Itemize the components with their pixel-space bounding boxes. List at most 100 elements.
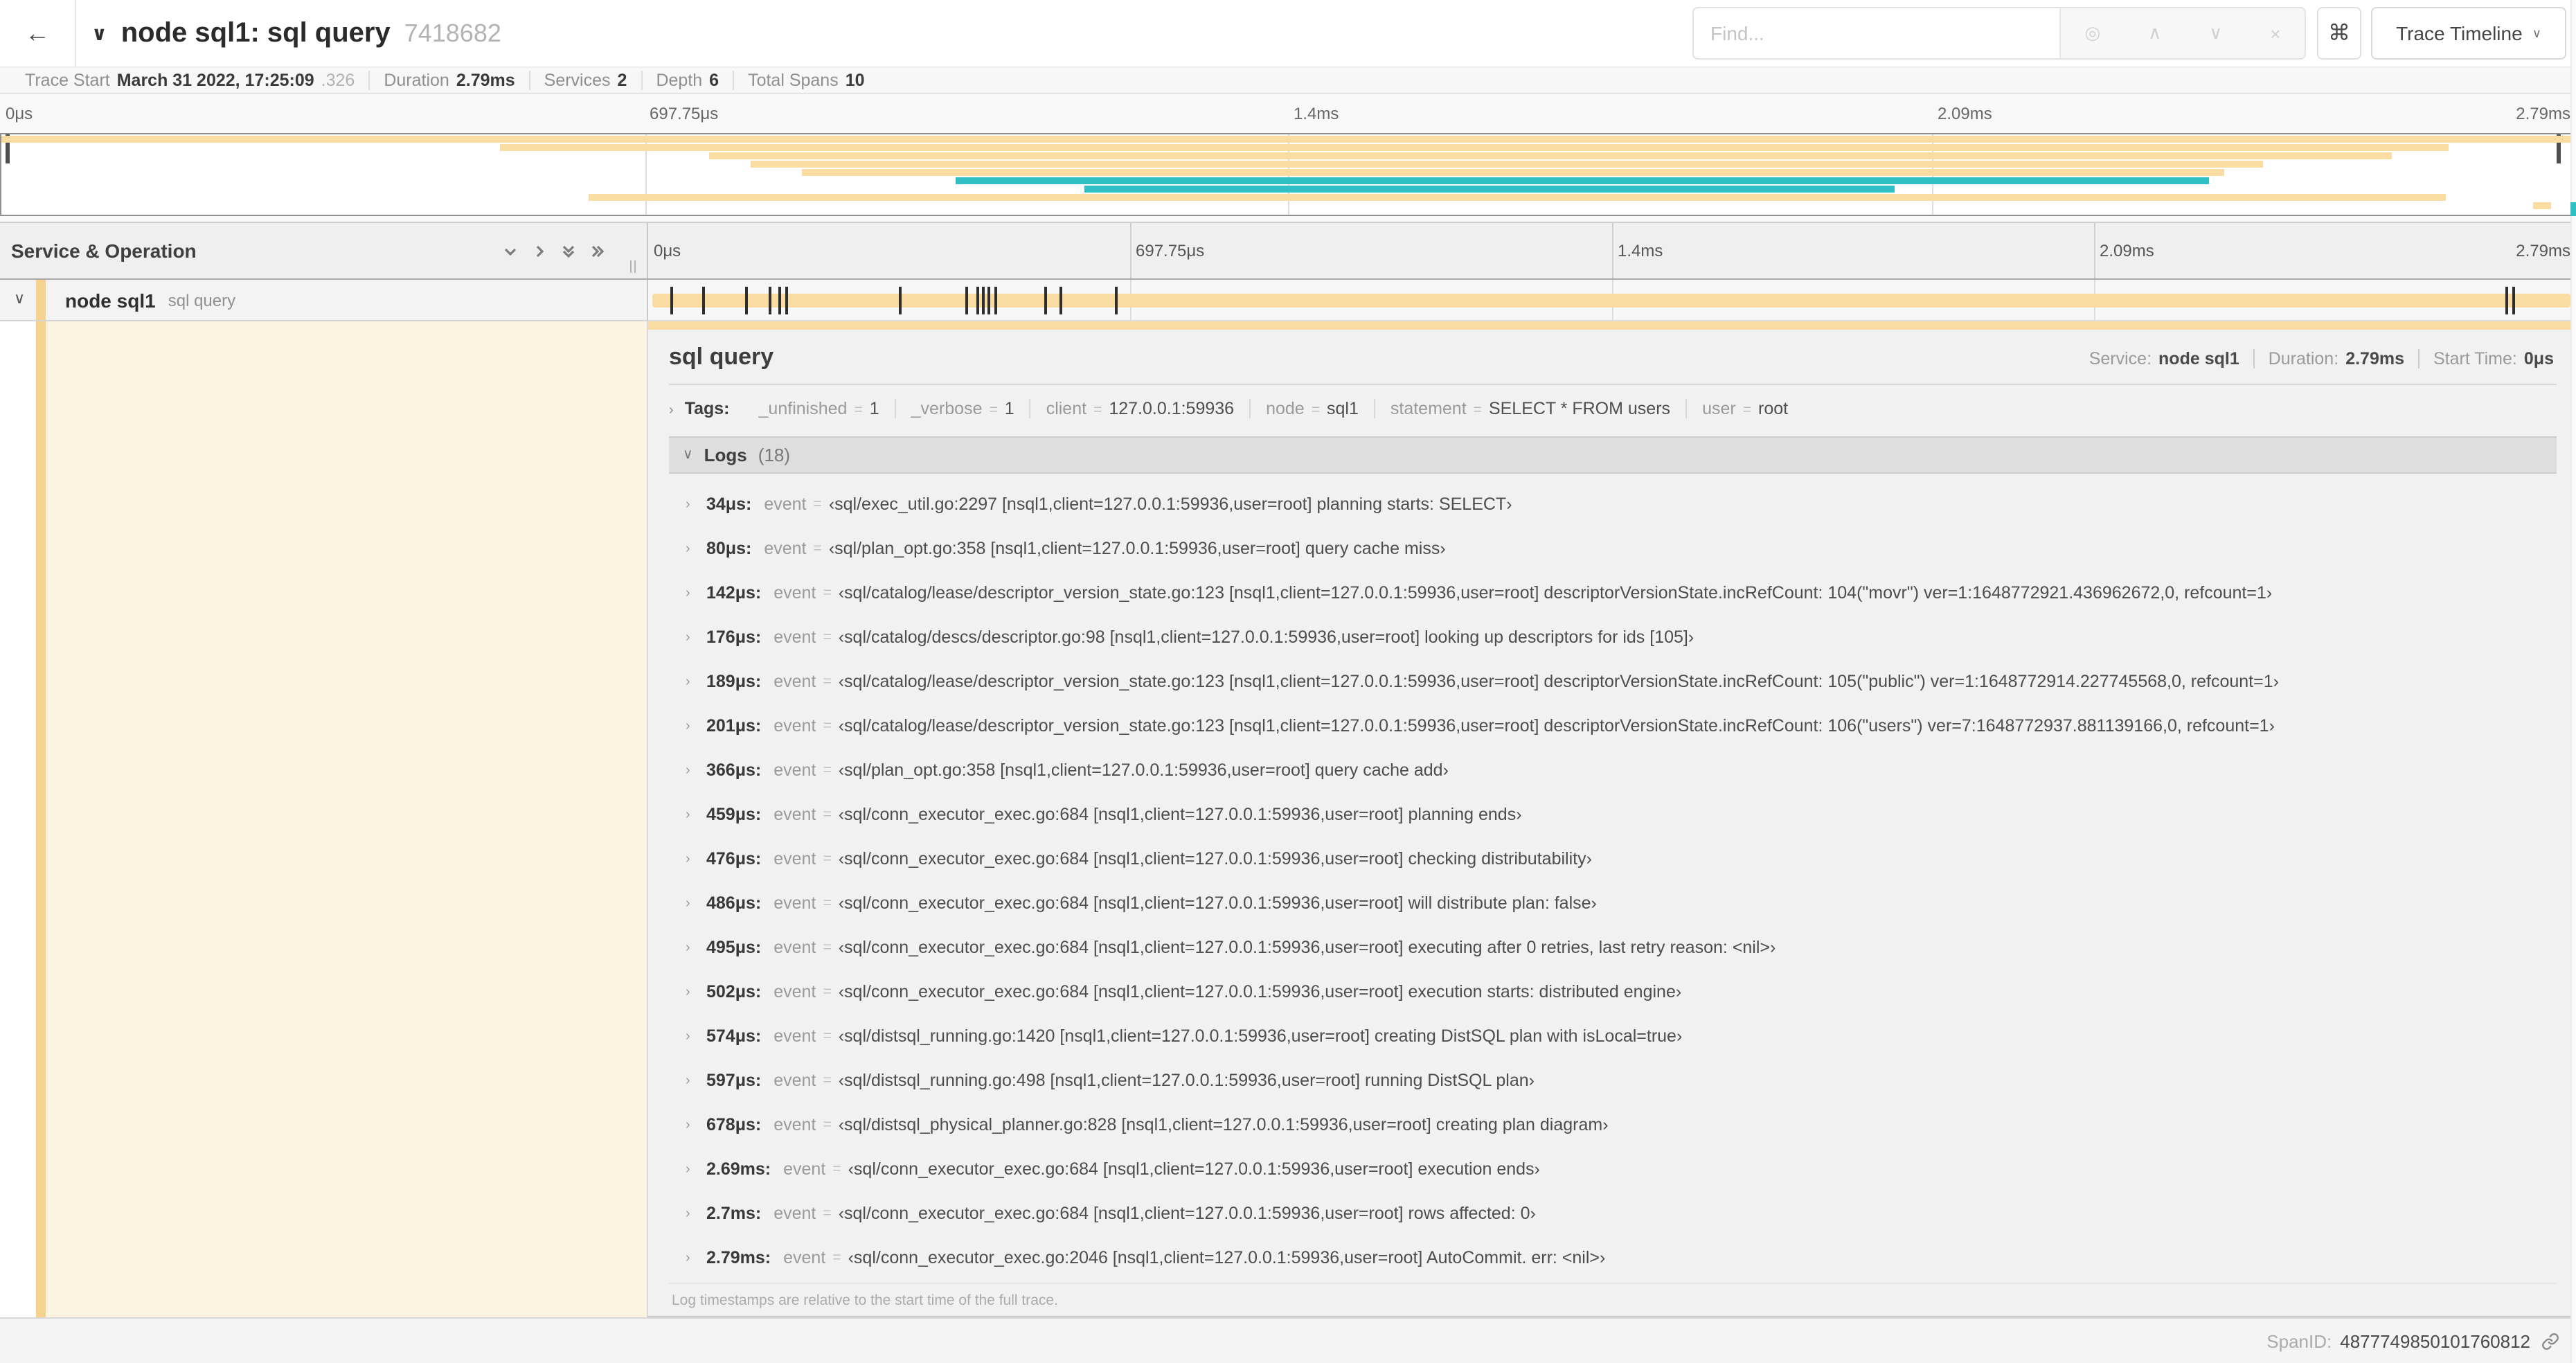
- ruler-tick-label: 697.75μs: [1136, 241, 1205, 260]
- minimap-span-bar: [2533, 202, 2552, 209]
- trace-summary-bar: Trace Start March 31 2022, 17:25:09 .326…: [0, 68, 2576, 94]
- log-expand-chevron-icon[interactable]: ›: [686, 1206, 706, 1221]
- keyboard-shortcuts-button[interactable]: ⌘: [2317, 7, 2361, 60]
- find-input[interactable]: [1694, 8, 2059, 58]
- back-button[interactable]: ←: [0, 0, 76, 66]
- log-expand-chevron-icon[interactable]: ›: [686, 718, 706, 733]
- log-equals: =: [813, 540, 822, 557]
- log-timestamp: 2.7ms:: [706, 1204, 762, 1223]
- log-row[interactable]: › 459μs: event = ‹sql/conn_executor_exec…: [669, 792, 2557, 837]
- log-row[interactable]: › 2.7ms: event = ‹sql/conn_executor_exec…: [669, 1191, 2557, 1236]
- log-expand-chevron-icon[interactable]: ›: [686, 1161, 706, 1177]
- jaeger-trace-page: ← ∨ node sql1: sql query 7418682 ◎ ∧ ∨ ×…: [0, 0, 2576, 1363]
- log-timestamp: 2.69ms:: [706, 1159, 771, 1179]
- minimap-span-bar: [750, 161, 2264, 168]
- expand-one-icon[interactable]: [532, 243, 547, 258]
- summary-value: 2: [617, 71, 627, 90]
- log-marker-tick: [1044, 287, 1047, 314]
- log-marker-tick: [670, 287, 673, 314]
- log-timestamp: 476μs:: [706, 849, 762, 868]
- log-row[interactable]: › 80μs: event = ‹sql/plan_opt.go:358 [ns…: [669, 526, 2557, 571]
- logs-collapse-chevron-icon[interactable]: ∨: [683, 447, 693, 463]
- span-collapse-chevron-icon[interactable]: ∨: [14, 280, 25, 320]
- tag-key: user: [1702, 399, 1736, 418]
- span-duration-bar[interactable]: [652, 294, 2570, 308]
- match-locate-icon[interactable]: ◎: [2085, 22, 2101, 44]
- summary-item: Trace Start March 31 2022, 17:25:09 .326: [11, 71, 368, 90]
- log-timestamp: 189μs:: [706, 672, 762, 691]
- next-match-icon[interactable]: ∨: [2209, 22, 2222, 44]
- page-scrollbar[interactable]: [2570, 0, 2576, 1363]
- log-field-value: ‹sql/conn_executor_exec.go:684 [nsql1,cl…: [838, 1204, 1536, 1223]
- log-timestamp: 2.79ms:: [706, 1248, 771, 1267]
- prev-match-icon[interactable]: ∧: [2148, 22, 2161, 44]
- log-field-key: event: [773, 627, 816, 647]
- tags-row[interactable]: › Tags: _unfinished = 1 _verbose = 1 cli…: [669, 399, 2557, 418]
- ruler-tick-label: 2.79ms: [2516, 104, 2570, 123]
- log-row[interactable]: › 34μs: event = ‹sql/exec_util.go:2297 […: [669, 482, 2557, 526]
- log-row[interactable]: › 366μs: event = ‹sql/plan_opt.go:358 [n…: [669, 748, 2557, 792]
- logs-header[interactable]: ∨ Logs (18): [669, 436, 2557, 474]
- log-expand-chevron-icon[interactable]: ›: [686, 851, 706, 866]
- log-row[interactable]: › 189μs: event = ‹sql/catalog/lease/desc…: [669, 659, 2557, 704]
- log-field-value: ‹sql/catalog/lease/descriptor_version_st…: [838, 672, 2279, 691]
- log-expand-chevron-icon[interactable]: ›: [686, 940, 706, 955]
- log-field-value: ‹sql/conn_executor_exec.go:684 [nsql1,cl…: [838, 938, 1776, 957]
- log-marker-tick: [976, 287, 980, 314]
- summary-value: March 31 2022, 17:25:09: [116, 71, 314, 90]
- log-expand-chevron-icon[interactable]: ›: [686, 585, 706, 600]
- log-row[interactable]: › 2.69ms: event = ‹sql/conn_executor_exe…: [669, 1147, 2557, 1191]
- log-row[interactable]: › 597μs: event = ‹sql/distsql_running.go…: [669, 1058, 2557, 1103]
- timeline-minimap: 0μs 697.75μs 1.4ms 2.09ms 2.79ms: [0, 94, 2576, 222]
- span-name-cell[interactable]: ∨ node sql1 sql query: [0, 280, 647, 321]
- log-row[interactable]: › 495μs: event = ‹sql/conn_executor_exec…: [669, 925, 2557, 970]
- log-row[interactable]: › 678μs: event = ‹sql/distsql_physical_p…: [669, 1103, 2557, 1147]
- log-row[interactable]: › 2.79ms: event = ‹sql/conn_executor_exe…: [669, 1236, 2557, 1280]
- span-bar-cell[interactable]: [647, 280, 2576, 321]
- log-expand-chevron-icon[interactable]: ›: [686, 984, 706, 999]
- log-marker-tick: [768, 287, 771, 314]
- log-expand-chevron-icon[interactable]: ›: [686, 1250, 706, 1265]
- summary-item: Depth 6: [641, 71, 733, 90]
- log-field-key: event: [773, 849, 816, 868]
- trace-view-dropdown[interactable]: Trace Timeline ∨: [2371, 7, 2566, 60]
- tag-equals: =: [1742, 402, 1751, 418]
- collapse-one-icon[interactable]: [503, 243, 518, 258]
- expand-all-icon[interactable]: [590, 243, 605, 258]
- log-expand-chevron-icon[interactable]: ›: [686, 763, 706, 778]
- log-field-key: event: [783, 1159, 826, 1179]
- log-expand-chevron-icon[interactable]: ›: [686, 630, 706, 645]
- deep-link-icon[interactable]: [2541, 1332, 2559, 1350]
- log-expand-chevron-icon[interactable]: ›: [686, 807, 706, 822]
- log-expand-chevron-icon[interactable]: ›: [686, 497, 706, 512]
- trace-collapse-chevron-icon[interactable]: ∨: [91, 21, 107, 45]
- log-expand-chevron-icon[interactable]: ›: [686, 1073, 706, 1088]
- tag-equals: =: [854, 402, 863, 418]
- log-row[interactable]: › 176μs: event = ‹sql/catalog/descs/desc…: [669, 615, 2557, 659]
- log-field-value: ‹sql/distsql_running.go:1420 [nsql1,clie…: [838, 1026, 1683, 1046]
- log-timestamp: 678μs:: [706, 1115, 762, 1134]
- log-row[interactable]: › 486μs: event = ‹sql/conn_executor_exec…: [669, 881, 2557, 925]
- log-expand-chevron-icon[interactable]: ›: [686, 541, 706, 556]
- tags-expand-chevron-icon[interactable]: ›: [669, 403, 674, 418]
- log-row[interactable]: › 201μs: event = ‹sql/catalog/lease/desc…: [669, 704, 2557, 748]
- log-field-key: event: [773, 1115, 816, 1134]
- minimap-canvas[interactable]: [0, 133, 2576, 216]
- log-row[interactable]: › 142μs: event = ‹sql/catalog/lease/desc…: [669, 571, 2557, 615]
- clear-find-icon[interactable]: ×: [2270, 23, 2280, 44]
- log-row[interactable]: › 476μs: event = ‹sql/conn_executor_exec…: [669, 837, 2557, 881]
- column-resizer-grip[interactable]: [630, 260, 636, 273]
- log-expand-chevron-icon[interactable]: ›: [686, 1117, 706, 1132]
- log-row[interactable]: › 502μs: event = ‹sql/conn_executor_exec…: [669, 970, 2557, 1014]
- collapse-all-icon[interactable]: [561, 243, 576, 258]
- span-info-pair: Duration: 2.79ms: [2253, 349, 2418, 368]
- log-field-value: ‹sql/plan_opt.go:358 [nsql1,client=127.0…: [838, 760, 1449, 780]
- detail-footer: SpanID: 4877749850101760812: [0, 1317, 2576, 1363]
- log-expand-chevron-icon[interactable]: ›: [686, 674, 706, 689]
- log-expand-chevron-icon[interactable]: ›: [686, 896, 706, 911]
- log-row[interactable]: › 574μs: event = ‹sql/distsql_running.go…: [669, 1014, 2557, 1058]
- tag-key: _unfinished: [758, 399, 848, 418]
- timeline-ruler: 0μs 697.75μs 1.4ms 2.09ms 2.79ms: [647, 223, 2576, 278]
- log-marker-tick: [987, 287, 991, 314]
- log-expand-chevron-icon[interactable]: ›: [686, 1028, 706, 1044]
